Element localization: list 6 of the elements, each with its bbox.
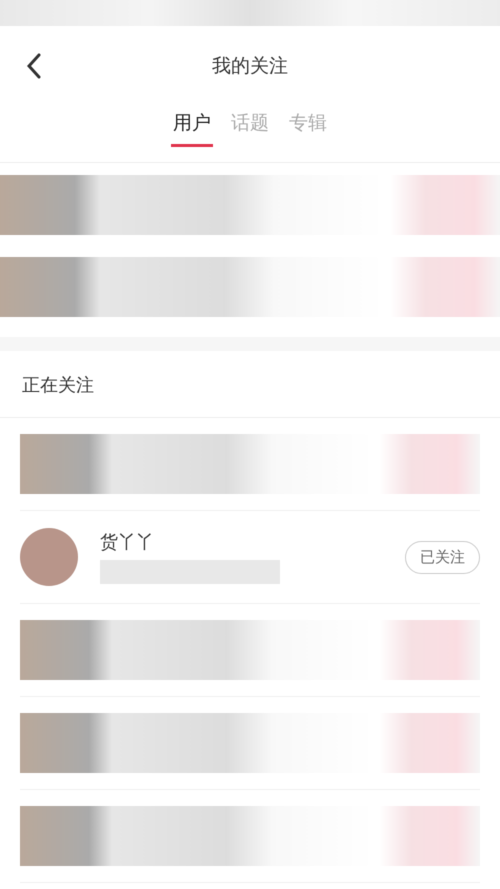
section-title: 正在关注: [0, 351, 500, 418]
user-name: 货丫丫: [100, 531, 155, 554]
tab[interactable]: 用户: [171, 106, 213, 147]
back-icon[interactable]: [27, 53, 41, 79]
page-title: 我的关注: [212, 54, 288, 79]
following-button[interactable]: 已关注: [405, 540, 480, 574]
